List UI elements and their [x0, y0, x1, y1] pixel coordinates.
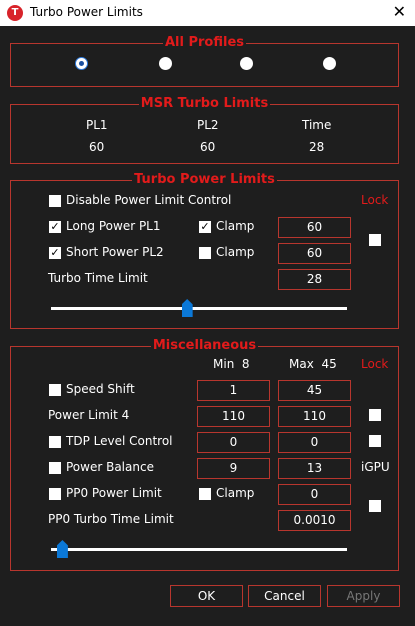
- power-limit-4-min-input[interactable]: 110: [197, 406, 270, 427]
- power-limit-4-max-input[interactable]: 110: [278, 406, 351, 427]
- speed-shift-max-input[interactable]: 45: [278, 380, 351, 401]
- misc-legend: Miscellaneous: [150, 338, 259, 353]
- all-profiles-legend: All Profiles: [162, 35, 246, 50]
- profile-radio-1[interactable]: [75, 57, 88, 70]
- pp0-power-limit-input[interactable]: 0: [278, 484, 351, 505]
- long-clamp-checkbox[interactable]: ✓: [199, 221, 211, 233]
- pp0-lock-checkbox[interactable]: [369, 500, 381, 512]
- disable-power-limit-checkbox[interactable]: [49, 195, 61, 207]
- msr-legend: MSR Turbo Limits: [138, 96, 271, 111]
- window-title: Turbo Power Limits: [30, 5, 143, 19]
- msr-header-time: Time: [302, 118, 332, 132]
- title-bar: T Turbo Power Limits ✕: [0, 0, 415, 26]
- close-icon[interactable]: ✕: [393, 2, 406, 21]
- msr-header-pl2: PL2: [197, 118, 219, 132]
- pp0-turbo-time-limit-input[interactable]: 0.0010: [278, 510, 351, 531]
- msr-value-pl2: 60: [200, 140, 216, 154]
- profile-radio-2[interactable]: [159, 57, 172, 70]
- turbo-time-slider-track[interactable]: [51, 307, 347, 310]
- msr-turbo-limits-group: MSR Turbo Limits PL1 PL2 Time 60 60 28: [10, 96, 399, 164]
- pp0-time-slider-track[interactable]: [51, 548, 347, 551]
- power-balance-cpu-input[interactable]: 9: [197, 458, 270, 479]
- msr-header-pl1: PL1: [86, 118, 108, 132]
- power-balance-label: Power Balance: [66, 460, 154, 474]
- speed-shift-min-input[interactable]: 1: [197, 380, 270, 401]
- apply-button[interactable]: Apply: [327, 585, 400, 607]
- speed-shift-checkbox[interactable]: [49, 384, 61, 396]
- pp0-time-slider-thumb[interactable]: [56, 540, 68, 558]
- pp0-clamp-label: Clamp: [216, 486, 255, 500]
- misc-max-label: Max 45: [289, 357, 337, 371]
- turbo-legend: Turbo Power Limits: [132, 172, 277, 187]
- profile-radio-4[interactable]: [323, 57, 336, 70]
- tdp-level-control-label: TDP Level Control: [66, 434, 173, 448]
- misc-min-label: Min 8: [213, 357, 250, 371]
- short-power-pl2-input[interactable]: 60: [278, 243, 351, 264]
- pp0-turbo-time-limit-label: PP0 Turbo Time Limit: [48, 512, 174, 526]
- pp0-power-limit-label: PP0 Power Limit: [66, 486, 162, 500]
- long-clamp-label: Clamp: [216, 219, 255, 233]
- short-power-pl2-label: Short Power PL2: [66, 245, 164, 259]
- turbo-power-limits-group: Turbo Power Limits Lock Disable Power Li…: [10, 172, 399, 329]
- disable-power-limit-label: Disable Power Limit Control: [66, 193, 232, 207]
- long-power-pl1-checkbox[interactable]: ✓: [49, 221, 61, 233]
- short-clamp-label: Clamp: [216, 245, 255, 259]
- turbo-lock-checkbox[interactable]: [369, 234, 381, 246]
- tdp-max-input[interactable]: 0: [278, 432, 351, 453]
- tdp-lock-checkbox[interactable]: [369, 435, 381, 447]
- speed-shift-label: Speed Shift: [66, 382, 135, 396]
- igpu-label: iGPU: [361, 460, 390, 474]
- short-clamp-checkbox[interactable]: [199, 247, 211, 259]
- ok-button[interactable]: OK: [170, 585, 243, 607]
- short-power-pl2-checkbox[interactable]: ✓: [49, 247, 61, 259]
- power-limit-4-lock-checkbox[interactable]: [369, 409, 381, 421]
- miscellaneous-group: Miscellaneous Min 8 Max 45 Lock Speed Sh…: [10, 338, 399, 571]
- tdp-level-control-checkbox[interactable]: [49, 436, 61, 448]
- turbo-time-slider-thumb[interactable]: [181, 299, 193, 317]
- tdp-min-input[interactable]: 0: [197, 432, 270, 453]
- power-balance-igpu-input[interactable]: 13: [278, 458, 351, 479]
- pp0-power-limit-checkbox[interactable]: [49, 488, 61, 500]
- misc-lock-label: Lock: [361, 357, 389, 371]
- all-profiles-group: All Profiles: [10, 35, 399, 87]
- power-limit-4-label: Power Limit 4: [48, 408, 130, 422]
- long-power-pl1-label: Long Power PL1: [66, 219, 161, 233]
- power-balance-checkbox[interactable]: [49, 462, 61, 474]
- long-power-pl1-input[interactable]: 60: [278, 217, 351, 238]
- throttlestop-icon: T: [7, 5, 23, 21]
- profile-radio-3[interactable]: [240, 57, 253, 70]
- turbo-lock-label: Lock: [361, 193, 389, 207]
- msr-value-time: 28: [309, 140, 325, 154]
- pp0-clamp-checkbox[interactable]: [199, 488, 211, 500]
- turbo-time-limit-label: Turbo Time Limit: [48, 271, 148, 285]
- msr-value-pl1: 60: [89, 140, 105, 154]
- turbo-time-limit-input[interactable]: 28: [278, 269, 351, 290]
- cancel-button[interactable]: Cancel: [248, 585, 321, 607]
